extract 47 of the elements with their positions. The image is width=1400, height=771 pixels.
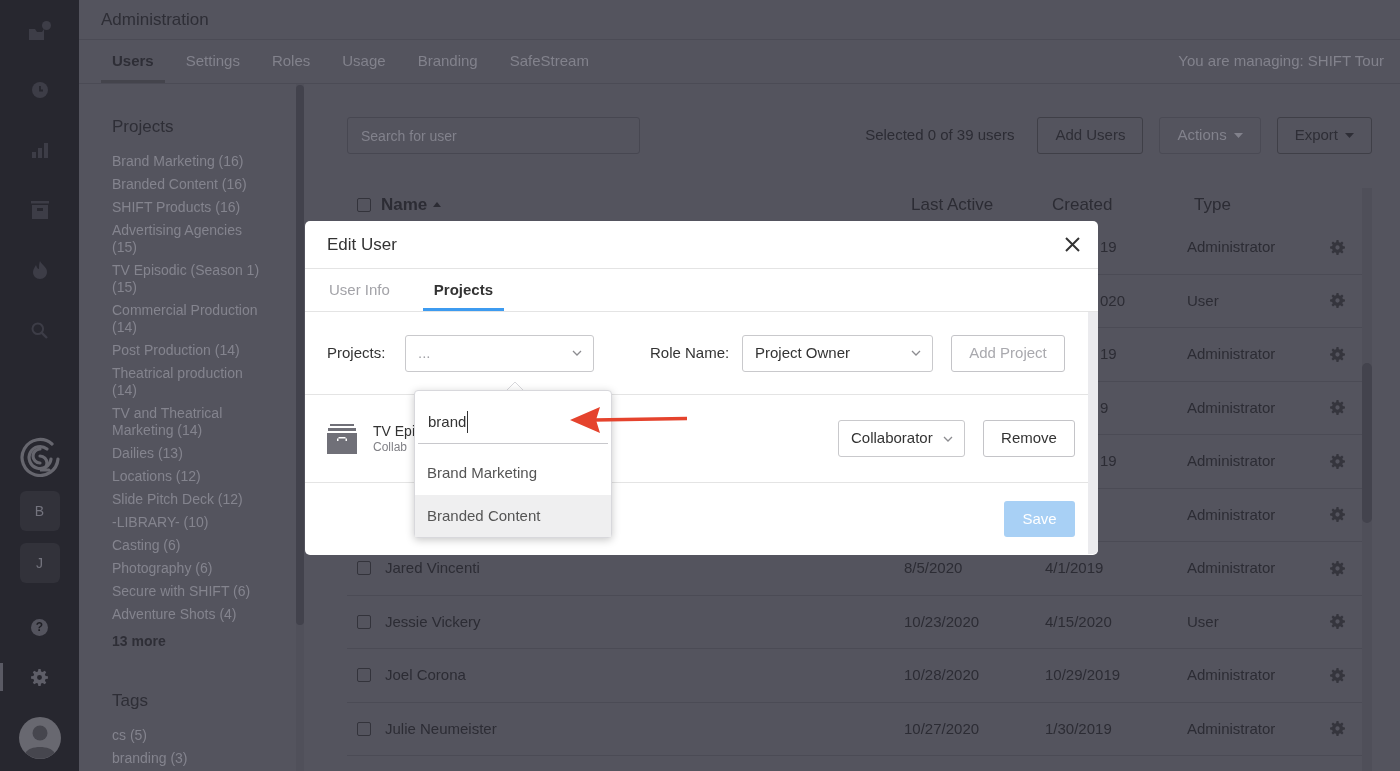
dropdown-option[interactable]: Brand Marketing	[415, 452, 611, 495]
chevron-down-icon	[911, 350, 921, 356]
checkbox[interactable]	[357, 614, 371, 629]
archive-box-icon	[327, 423, 357, 454]
settings-icon[interactable]	[1330, 453, 1345, 469]
settings-icon[interactable]	[1330, 400, 1345, 416]
scrollbar-thumb[interactable]	[296, 85, 304, 625]
settings-icon[interactable]	[1330, 239, 1345, 255]
tray-icon[interactable]	[28, 20, 51, 40]
checkbox[interactable]	[357, 197, 371, 212]
dialog-title: Edit User	[327, 233, 397, 256]
checkbox[interactable]	[357, 721, 371, 736]
dropdown-option[interactable]: Branded Content	[415, 494, 611, 537]
settings-icon[interactable]	[1330, 667, 1345, 683]
project-role-caption: Collab	[373, 439, 409, 455]
avatar-icon[interactable]	[18, 717, 61, 759]
checkbox[interactable]	[357, 561, 371, 576]
checkbox[interactable]	[357, 668, 371, 683]
archive-box-icon[interactable]	[30, 201, 49, 219]
settings-icon[interactable]	[1330, 721, 1345, 737]
remove-button[interactable]: Remove	[983, 420, 1075, 457]
help-button[interactable]: ?	[31, 618, 48, 636]
settings-icon[interactable]	[1330, 346, 1345, 362]
search-icon[interactable]	[31, 321, 48, 339]
settings-icon[interactable]	[31, 668, 48, 686]
workspace-button[interactable]: B	[19, 491, 60, 531]
role-select[interactable]: Collaborator	[838, 420, 965, 457]
flame-icon[interactable]	[32, 261, 47, 279]
workspace-button[interactable]: J	[19, 543, 60, 583]
dialog-tab[interactable]: Projects	[422, 269, 505, 311]
field-label: Role Name:	[650, 342, 731, 363]
projects-select[interactable]: ...	[405, 334, 594, 372]
bar-chart-icon[interactable]	[31, 142, 48, 158]
settings-icon[interactable]	[1330, 507, 1345, 523]
swirl-logo-icon[interactable]	[18, 435, 61, 477]
settings-icon[interactable]	[1330, 293, 1345, 309]
project-name: TV Epi	[373, 422, 415, 440]
close-icon[interactable]	[1065, 237, 1080, 252]
role-select[interactable]: Project Owner	[742, 334, 933, 372]
chevron-down-icon	[572, 350, 582, 356]
settings-icon[interactable]	[1330, 560, 1345, 576]
chevron-down-icon	[943, 435, 953, 442]
sort-arrow-icon[interactable]	[433, 202, 442, 207]
field-label: Projects:	[327, 342, 387, 363]
settings-icon[interactable]	[1330, 614, 1345, 630]
dialog-tab[interactable]: User Info	[318, 269, 401, 311]
clock-icon[interactable]	[31, 82, 48, 98]
